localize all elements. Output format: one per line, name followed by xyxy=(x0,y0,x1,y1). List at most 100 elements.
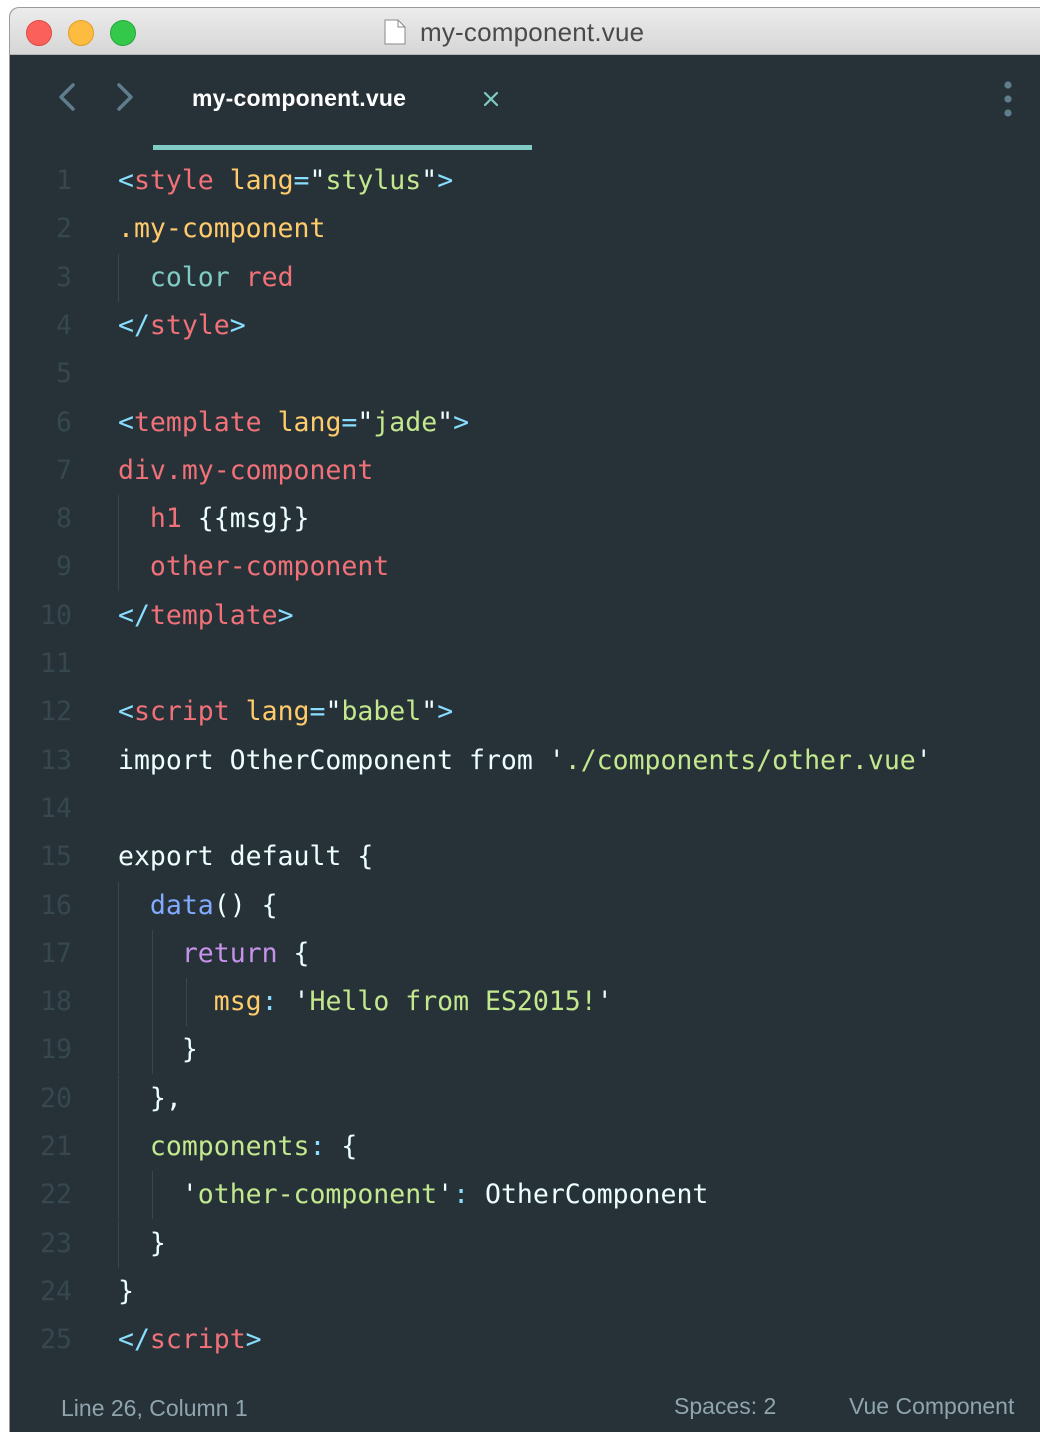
code-editor[interactable]: 1 <style lang="stylus"> 2 .my-component 3 co… xyxy=(10,153,1040,1373)
code-token: ' xyxy=(915,744,932,776)
code-token: other-component xyxy=(149,551,390,583)
code-token: ' xyxy=(596,986,613,1018)
code-line[interactable]: 17 return { xyxy=(10,929,1040,978)
code-line[interactable]: 23 } xyxy=(10,1219,1040,1268)
code-line[interactable]: 10 </template> xyxy=(10,592,1040,640)
code-line[interactable]: 3 color red xyxy=(10,253,1040,302)
code-token: " xyxy=(437,406,454,438)
code-text: return { xyxy=(118,930,310,978)
code-line[interactable]: 4 </style> xyxy=(10,302,1040,350)
code-token: " xyxy=(309,165,326,196)
code-token: > xyxy=(437,165,454,196)
code-token: { xyxy=(325,1131,358,1162)
line-number: 2 xyxy=(56,213,72,245)
code-line[interactable]: 15 export default { xyxy=(10,833,1040,881)
code-token: : xyxy=(261,986,278,1018)
line-number: 19 xyxy=(40,1034,72,1066)
code-token: h1 xyxy=(149,503,182,535)
code-token: template xyxy=(133,406,262,438)
code-token: = xyxy=(309,696,326,728)
close-icon[interactable] xyxy=(479,87,503,111)
code-line[interactable]: 11 xyxy=(10,640,1040,688)
cursor-position: Line 26, Column 1 xyxy=(61,1395,248,1421)
code-token: } xyxy=(118,1034,198,1066)
code-token: .my-component xyxy=(118,213,326,245)
code-token: red xyxy=(245,261,294,293)
window-close-button[interactable] xyxy=(26,20,52,46)
code-token: OtherComponent xyxy=(469,1179,709,1211)
code-token: > xyxy=(277,599,294,631)
code-line[interactable]: 16 data() { xyxy=(10,881,1040,930)
code-token: div.my-component xyxy=(118,454,374,486)
chevron-right-icon[interactable] xyxy=(110,79,140,115)
line-number: 22 xyxy=(40,1179,72,1211)
code-token: lang xyxy=(277,406,342,438)
code-token: babel xyxy=(341,696,422,728)
line-number: 8 xyxy=(56,503,72,535)
code-line[interactable]: 19 } xyxy=(10,1026,1040,1075)
code-token: } xyxy=(118,1227,166,1259)
code-text: </style> xyxy=(118,302,246,350)
line-number: 13 xyxy=(40,744,72,776)
code-line[interactable]: 1 <style lang="stylus"> xyxy=(10,157,1040,205)
code-text: import OtherComponent from './components… xyxy=(118,737,932,785)
code-text: 'other-component': OtherComponent xyxy=(118,1171,709,1219)
code-token: </ xyxy=(118,1324,150,1356)
line-number: 16 xyxy=(40,889,72,921)
code-line[interactable]: 21 components: { xyxy=(10,1123,1040,1171)
code-line[interactable]: 8 h1 {{msg}} xyxy=(10,495,1040,544)
syntax-selector[interactable]: Vue Component xyxy=(849,1393,1014,1420)
code-line[interactable]: 18 msg: 'Hello from ES2015!' xyxy=(10,978,1040,1027)
indentation-setting[interactable]: Spaces: 2 xyxy=(674,1393,776,1420)
code-text: } xyxy=(118,1268,134,1316)
code-token: > xyxy=(437,696,454,728)
code-token: color xyxy=(149,261,230,293)
line-number: 4 xyxy=(56,309,72,341)
code-line[interactable]: 14 xyxy=(10,785,1040,833)
code-line[interactable]: 12 <script lang="babel"> xyxy=(10,688,1040,736)
code-line[interactable]: 13 import OtherComponent from './componen… xyxy=(10,737,1040,785)
code-line[interactable]: 25 </script> xyxy=(10,1316,1040,1364)
code-text: h1 {{msg}} xyxy=(118,495,310,543)
line-number: 17 xyxy=(40,937,72,969)
line-number: 24 xyxy=(40,1275,72,1307)
window-minimize-button[interactable] xyxy=(68,20,94,46)
code-token: script xyxy=(133,696,230,728)
code-token: export default { xyxy=(118,841,374,873)
code-token: style xyxy=(133,165,214,196)
window-title-text: my-component.vue xyxy=(420,16,645,47)
line-number: 11 xyxy=(40,648,72,679)
window-title: my-component.vue xyxy=(384,17,644,47)
code-token: return xyxy=(181,937,278,969)
code-text: </script> xyxy=(118,1316,262,1364)
code-token: }, xyxy=(118,1082,182,1114)
code-line[interactable]: 24} xyxy=(10,1268,1040,1316)
chevron-left-icon[interactable] xyxy=(52,79,82,115)
code-line[interactable]: 5 xyxy=(10,350,1040,398)
code-token: " xyxy=(325,696,342,728)
code-line[interactable]: 20 }, xyxy=(10,1074,1040,1123)
code-line[interactable]: 6 <template lang="jade"> xyxy=(10,399,1040,447)
code-token: style xyxy=(149,309,230,341)
code-text: }, xyxy=(118,1075,182,1123)
code-token: components xyxy=(149,1131,310,1162)
code-token: : xyxy=(453,1179,470,1211)
code-line[interactable]: 7 div.my-component xyxy=(10,447,1040,495)
code-line[interactable]: 22 'other-component': OtherComponent xyxy=(10,1171,1040,1220)
tab-my-component-vue[interactable]: my-component.vue xyxy=(153,55,532,153)
code-token: } xyxy=(118,1275,134,1307)
window-zoom-button[interactable] xyxy=(110,20,136,46)
code-token: ' xyxy=(548,744,565,776)
more-vertical-icon[interactable] xyxy=(998,79,1018,119)
code-token: < xyxy=(118,406,134,438)
code-line[interactable]: 2 .my-component xyxy=(10,205,1040,253)
code-token: () { xyxy=(213,889,278,921)
tab-label: my-component.vue xyxy=(192,85,407,111)
code-line[interactable]: 9 other-component xyxy=(10,543,1040,592)
code-token: jade xyxy=(373,406,438,438)
code-token: { xyxy=(277,937,310,969)
